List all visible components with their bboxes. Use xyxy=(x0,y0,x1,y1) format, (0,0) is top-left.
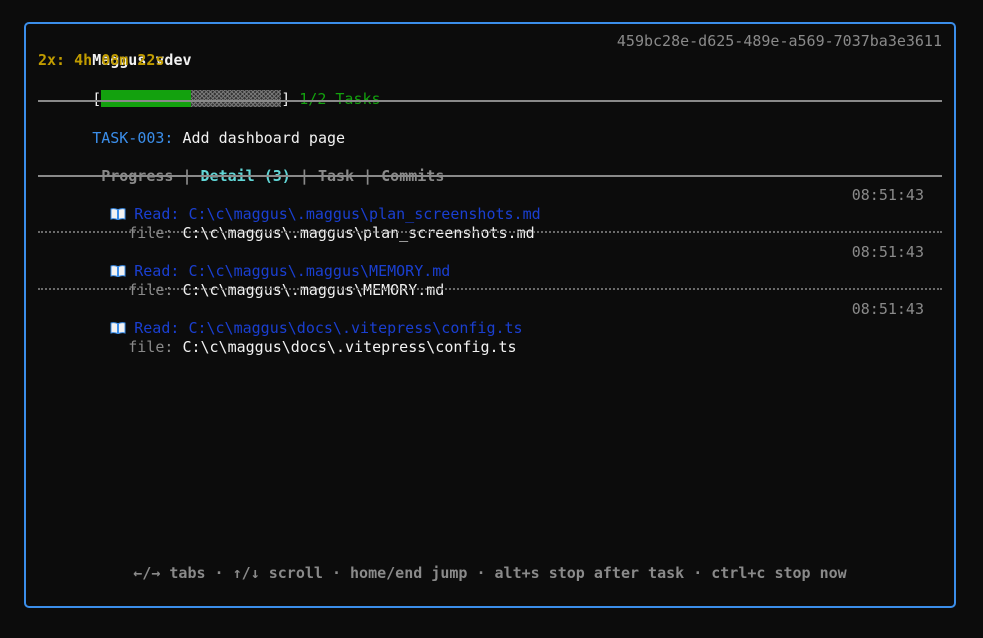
app-window: Maggus vdev 459bc28e-d625-489e-a569-7037… xyxy=(24,22,956,608)
list-item[interactable]: Read: C:\c\maggus\.maggus\MEMORY.md 08:5… xyxy=(38,243,924,299)
entry-detail-key: file: xyxy=(128,281,174,299)
entry-divider xyxy=(38,231,942,233)
tabs-divider xyxy=(38,175,942,177)
progress-close-bracket: ] xyxy=(281,90,291,108)
session-id: 459bc28e-d625-489e-a569-7037ba3e3611 xyxy=(616,32,942,50)
progress-label: 1/2 Tasks xyxy=(299,90,381,108)
task-title-row: TASK-003: Add dashboard page xyxy=(38,110,942,147)
entry-time: 08:51:43 xyxy=(851,300,924,318)
header-row: Maggus vdev 459bc28e-d625-489e-a569-7037… xyxy=(38,32,942,69)
progress-open-bracket: [ xyxy=(92,90,102,108)
tab-bar: Progress | Detail (3) | Task | Commits xyxy=(47,148,942,185)
task-id: TASK-003: xyxy=(92,129,174,147)
elapsed-time: 2x: 4h 08m 22s xyxy=(38,51,165,69)
header-divider xyxy=(38,100,942,102)
entry-detail-value: C:\c\maggus\.maggus\MEMORY.md xyxy=(182,281,445,299)
entry-time: 08:51:43 xyxy=(851,243,924,261)
key-hints: ←/→ tabs · ↑/↓ scroll · home/end jump · … xyxy=(133,564,847,582)
progress-row: [] 1/2 Tasks xyxy=(38,71,942,108)
task-title: Add dashboard page xyxy=(182,129,346,147)
progress-bar-empty xyxy=(191,90,282,107)
entry-time: 08:51:43 xyxy=(851,186,924,204)
entry-detail-key: file: xyxy=(128,338,174,356)
progress-bar-fill xyxy=(101,90,192,107)
list-item[interactable]: Read: C:\c\maggus\.maggus\plan_screensho… xyxy=(38,186,924,242)
entry-divider xyxy=(38,288,942,290)
list-item[interactable]: Read: C:\c\maggus\docs\.vitepress\config… xyxy=(38,300,924,356)
entry-detail-value: C:\c\maggus\docs\.vitepress\config.ts xyxy=(182,338,517,356)
entry-detail-key: file: xyxy=(128,224,174,242)
entry-detail-value: C:\c\maggus\.maggus\plan_screenshots.md xyxy=(182,224,535,242)
app-content: Maggus vdev 459bc28e-d625-489e-a569-7037… xyxy=(38,32,942,606)
